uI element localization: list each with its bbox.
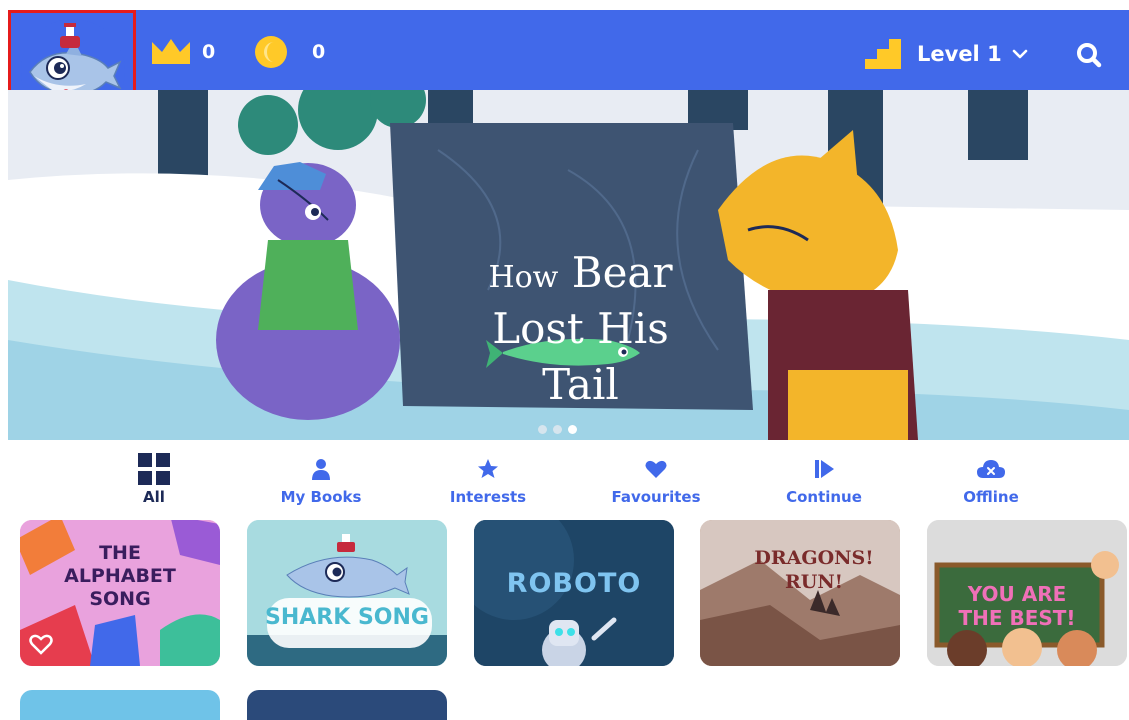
level-steps-icon [865, 39, 901, 69]
carousel-dot[interactable] [538, 425, 547, 434]
book-card-alphabet-song[interactable]: THE ALPHABET SONG [20, 520, 220, 666]
person-icon [312, 459, 330, 480]
level-selector[interactable]: Level 1 [863, 34, 1028, 74]
tab-all[interactable]: All [84, 452, 224, 506]
book-title-line: ALPHABET [64, 565, 176, 587]
tab-label: My Books [280, 488, 362, 506]
book-title-line: THE BEST! [958, 606, 1076, 630]
title-word-bear: Bear [571, 248, 673, 297]
tab-label: Continue [786, 488, 862, 506]
title-word-how: How [488, 260, 559, 295]
book-card-roboto[interactable]: ROBOTO [474, 520, 674, 666]
featured-banner[interactable]: How Bear Lost His Tail [8, 90, 1129, 440]
book-title-line: YOU ARE [967, 582, 1067, 606]
tab-offline[interactable]: Offline [921, 452, 1061, 506]
book-card-shark-song[interactable]: SHARK SONG [247, 520, 447, 666]
search-button[interactable] [1072, 38, 1106, 72]
chevron-down-icon [1012, 49, 1027, 59]
carousel-dot[interactable] [553, 425, 562, 434]
book-title-line: RUN! [784, 571, 844, 593]
book-card-dragons-run[interactable]: DRAGONS! RUN! [700, 520, 900, 666]
tab-label: Favourites [611, 488, 701, 506]
cloud-icon [977, 460, 1005, 478]
crowns-count: 0 [202, 41, 216, 63]
book-title: ROBOTO [506, 568, 642, 599]
book-card-you-are-the-best[interactable]: YOU ARE THE BEST! [927, 520, 1127, 666]
grid-icon [138, 453, 170, 485]
title-line-2: Lost His [492, 304, 669, 353]
crowns-counter: 0 [150, 32, 215, 72]
carousel-indicator [538, 425, 577, 434]
coin-icon [255, 36, 287, 68]
book-card-partial[interactable] [20, 690, 220, 720]
book-cover-art [247, 520, 447, 666]
tab-favourites[interactable]: Favourites [586, 452, 726, 506]
book-title: THE ALPHABET SONG [20, 542, 220, 611]
tab-label: Offline [963, 488, 1019, 506]
coins-counter: 0 [254, 32, 325, 72]
play-icon [815, 460, 834, 478]
tab-label: Interests [449, 488, 527, 506]
book-card-partial[interactable] [247, 690, 447, 720]
book-title: DRAGONS! RUN! [714, 546, 900, 594]
level-label: Level 1 [917, 42, 1002, 66]
coins-count: 0 [312, 41, 326, 63]
favourite-heart-icon[interactable] [28, 632, 54, 656]
banner-title: How Bear Lost His Tail [398, 217, 763, 440]
tab-my-books[interactable]: My Books [251, 452, 391, 506]
tab-label: All [143, 488, 165, 506]
tab-continue[interactable]: Continue [754, 452, 894, 506]
category-tabs: All My Books Interests Favourites Contin… [0, 440, 1129, 510]
crown-icon [152, 39, 190, 64]
book-title-line: SONG [89, 588, 151, 610]
star-icon [478, 459, 498, 478]
book-title-line: DRAGONS! [754, 547, 874, 569]
search-icon [1077, 43, 1102, 68]
book-title: SHARK SONG [265, 605, 429, 630]
heart-icon [645, 460, 667, 478]
tab-interests[interactable]: Interests [418, 452, 558, 506]
title-line-3: Tail [542, 360, 619, 409]
book-title: YOU ARE THE BEST! [927, 582, 1117, 630]
carousel-dot-active[interactable] [568, 425, 577, 434]
book-title-line: THE [99, 542, 141, 564]
